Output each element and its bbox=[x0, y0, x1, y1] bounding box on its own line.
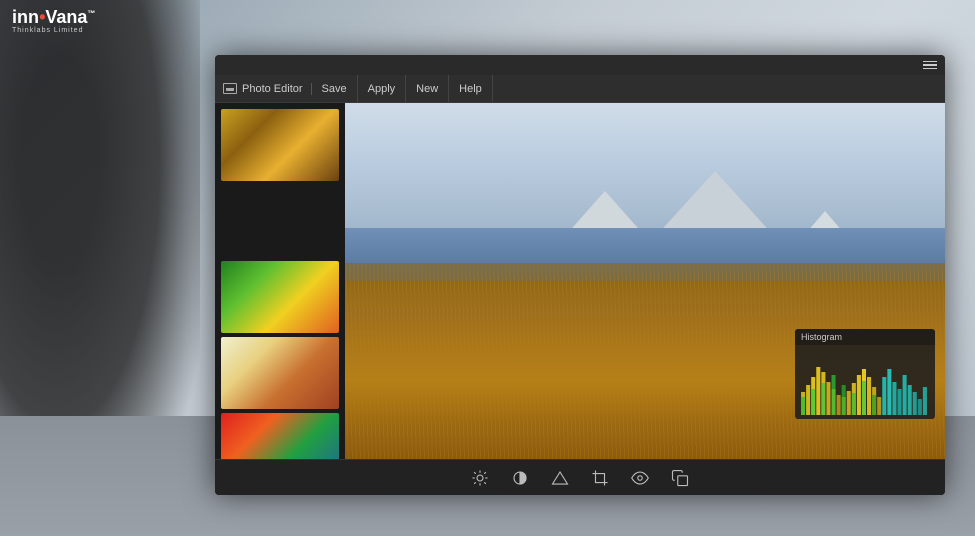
preview-button[interactable] bbox=[629, 467, 651, 489]
logo: inn•Vana™ Thinklabs Limited bbox=[12, 8, 95, 34]
histogram-chart bbox=[795, 345, 935, 417]
menu-item-help[interactable]: Help bbox=[449, 75, 493, 102]
main-content: Histogram bbox=[215, 103, 945, 459]
thumbnail-2[interactable] bbox=[221, 185, 339, 257]
exposure-button[interactable] bbox=[549, 467, 571, 489]
hamburger-line-2 bbox=[923, 64, 937, 66]
toolbar bbox=[215, 459, 945, 495]
menu-item-photo-editor[interactable]: Photo Editor bbox=[223, 83, 312, 95]
menu-bar: Photo Editor Save Apply New Help bbox=[215, 75, 945, 103]
histogram-title: Histogram bbox=[795, 329, 935, 345]
histogram-svg bbox=[799, 347, 931, 415]
eye-icon bbox=[631, 469, 649, 487]
thumbnail-5[interactable] bbox=[221, 413, 339, 459]
monitor-screen: Photo Editor Save Apply New Help bbox=[215, 55, 945, 495]
brightness-icon bbox=[471, 469, 489, 487]
thumbnail-1[interactable] bbox=[221, 109, 339, 181]
menu-photo-editor-label: Photo Editor bbox=[242, 83, 303, 95]
logo-vana: Vana bbox=[45, 7, 87, 27]
hamburger-line-1 bbox=[923, 61, 937, 63]
hamburger-menu-button[interactable] bbox=[923, 61, 937, 70]
duplicate-button[interactable] bbox=[669, 467, 691, 489]
logo-inn: inn bbox=[12, 7, 39, 27]
thumbnail-panel bbox=[215, 103, 345, 459]
crop-button[interactable] bbox=[589, 467, 611, 489]
thumbnail-3[interactable] bbox=[221, 261, 339, 333]
brightness-button[interactable] bbox=[469, 467, 491, 489]
crop-icon bbox=[591, 469, 609, 487]
main-image-area: Histogram bbox=[345, 103, 945, 459]
logo-text: inn•Vana™ bbox=[12, 8, 95, 26]
menu-item-new[interactable]: New bbox=[406, 75, 449, 102]
histogram-panel: Histogram bbox=[795, 329, 935, 419]
contrast-button[interactable] bbox=[509, 467, 531, 489]
photo-editor-icon bbox=[223, 83, 237, 94]
logo-subtitle: Thinklabs Limited bbox=[12, 27, 83, 34]
logo-tm: ™ bbox=[87, 9, 95, 18]
exposure-icon bbox=[551, 469, 569, 487]
menu-item-apply[interactable]: Apply bbox=[358, 75, 407, 102]
top-bar bbox=[215, 55, 945, 75]
menu-item-save[interactable]: Save bbox=[312, 75, 358, 102]
copy-icon bbox=[671, 469, 689, 487]
hamburger-line-3 bbox=[923, 68, 937, 70]
thumbnail-4[interactable] bbox=[221, 337, 339, 409]
contrast-icon bbox=[511, 469, 529, 487]
